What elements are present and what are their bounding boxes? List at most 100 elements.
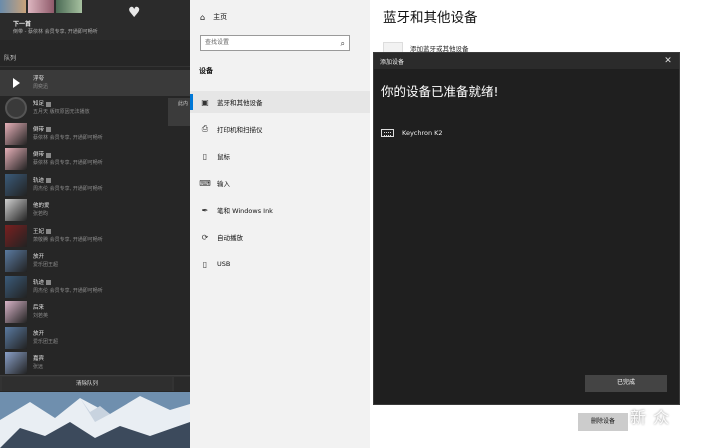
queue-item-text: 后来 刘若英 (33, 304, 48, 320)
related-settings-column (710, 0, 720, 448)
dialog-title: 添加设备 (380, 59, 405, 66)
queue-item-text: 轨迹 周杰伦 会员专享, 开通即可畅听 (33, 279, 103, 295)
queue-item[interactable]: 轨迹 周杰伦 会员专享, 开通即可畅听 (0, 172, 190, 198)
queue-item[interactable]: 知足 五月天 版权原因无法播放 (0, 96, 190, 122)
vip-badge-icon (46, 127, 52, 133)
desktop: 下一首 倒带 - 蔡依林 会员专享, 开通即可畅听 ♥ 此内 队列 浮夸 周奕迅知… (0, 0, 720, 448)
queue-item-title: 轨迹 (33, 279, 45, 286)
vip-badge-icon (46, 280, 52, 286)
heart-icon[interactable]: ♥ (128, 6, 141, 20)
queue-item-subtitle: 周杰伦 会员专享, 开通即可畅听 (33, 185, 103, 192)
album-art (5, 250, 27, 273)
device-name: Keychron K2 (402, 129, 443, 137)
nav-item[interactable]: ✒ 笔和 Windows Ink (190, 199, 370, 221)
queue-item-text: 他的爱 张若昀 (33, 202, 50, 218)
mountain-image (0, 392, 190, 448)
queue-item-title: 轨迹 (33, 177, 45, 184)
nav-item-label: 打印机和扫描仪 (217, 126, 263, 134)
printer-icon: ⎙ (201, 124, 209, 133)
album-art (5, 224, 27, 247)
queue-item[interactable]: 轨迹 周杰伦 会员专享, 开通即可畅听 (0, 274, 190, 300)
queue-item[interactable]: 王妃 萧敬腾 会员专享, 开通即可畅听 (0, 223, 190, 249)
queue-item-title: 放开 (33, 330, 45, 337)
queue-list: 浮夸 周奕迅 知足 五月天 版权原因无法播放 倒带 蔡依林 会员专享, 开通即可畅听 倒带蔡… (0, 70, 190, 376)
queue-item-title: 他的爱 (33, 203, 50, 210)
nav-item[interactable]: ⎙ 打印机和扫描仪 (190, 118, 370, 140)
mouse-icon: ▯ (202, 151, 208, 161)
next-track-label: 下一首 (13, 21, 32, 28)
clear-queue-button[interactable]: 清除队列 (2, 377, 172, 391)
dialog-titlebar: 添加设备 ✕ (374, 53, 679, 69)
nav-item[interactable]: ▣ 蓝牙和其他设备 (190, 91, 370, 113)
close-icon[interactable]: ✕ (662, 55, 674, 67)
nav-item-label: 笔和 Windows Ink (217, 207, 273, 215)
queue-item-title: 知足 (33, 101, 45, 108)
next-track-block: 下一首 倒带 - 蔡依林 会员专享, 开通即可畅听 ♥ (0, 0, 190, 40)
home-label: 主页 (213, 13, 228, 21)
home-link[interactable]: ⌂ 主页 (200, 10, 227, 24)
keyboard-icon: ⌨ (199, 178, 211, 188)
keyboard-icon (381, 129, 394, 137)
album-art (0, 0, 26, 13)
home-icon: ⌂ (200, 12, 206, 22)
queue-item-subtitle: 周杰伦 会员专享, 开通即可畅听 (33, 287, 103, 294)
queue-footer-extra (174, 377, 190, 391)
vip-badge-icon (46, 152, 52, 158)
queue-item-text: 放开 爱乐团王超 (33, 253, 58, 269)
done-button[interactable]: 已完成 (585, 375, 667, 392)
pen-icon: ✒ (201, 205, 209, 215)
album-art (5, 352, 27, 375)
queue-item[interactable]: 浮夸 周奕迅 (0, 70, 190, 96)
queue-item-subtitle: 刘若英 (33, 313, 49, 320)
queue-item[interactable]: 嘉宾 张远 (0, 351, 190, 377)
nav-item[interactable]: ▯ USB (190, 253, 370, 275)
nav-item[interactable]: ⟳ 自动播放 (190, 226, 370, 248)
nav-item-label: 自动播放 (217, 234, 243, 242)
search-input[interactable]: 查找设置 ⌕ (200, 35, 350, 51)
vip-badge-icon (46, 101, 52, 107)
queue-item-title: 王妃 (33, 228, 45, 235)
album-art (56, 0, 82, 13)
search-placeholder: 查找设置 (205, 39, 230, 46)
queue-item-title: 浮夸 (33, 75, 45, 82)
nav-item[interactable]: ⌨ 输入 (190, 172, 370, 194)
search-icon[interactable]: ⌕ (341, 37, 345, 51)
music-player-panel: 下一首 倒带 - 蔡依林 会员专享, 开通即可畅听 ♥ 此内 队列 浮夸 周奕迅知… (0, 0, 190, 448)
nav-item-label: 鼠标 (217, 153, 230, 161)
queue-item-text: 嘉宾 张远 (33, 355, 44, 371)
queue-item-text: 放开 爱乐团王超 (33, 330, 58, 346)
queue-item-subtitle: 周奕迅 (33, 83, 49, 90)
settings-nav: ⌂ 主页 查找设置 ⌕ 设备 ▣ 蓝牙和其他设备 ⎙ 打印机和扫描仪 ▯ 鼠标 ⌨ 输入 ✒ 笔和… (190, 0, 370, 448)
queue-item-title: 放开 (33, 254, 45, 261)
remove-device-button[interactable]: 删除设备 (578, 413, 628, 431)
queue-item[interactable]: 倒带 蔡依林 会员专享, 开通即可畅听 (0, 121, 190, 147)
queue-item[interactable]: 他的爱 张若昀 (0, 198, 190, 224)
queue-item-subtitle: 萧敬腾 会员专享, 开通即可畅听 (33, 236, 103, 243)
desktop-wallpaper (0, 392, 190, 448)
queue-item[interactable]: 后来 刘若英 (0, 300, 190, 326)
queue-item-title: 后来 (33, 305, 45, 312)
vip-badge-icon (46, 178, 52, 184)
queue-item-text: 王妃 萧敬腾 会员专享, 开通即可畅听 (33, 228, 103, 244)
queue-item-subtitle: 张若昀 (33, 211, 49, 218)
queue-footer: 清除队列 (0, 375, 190, 391)
nav-item-label: 输入 (217, 180, 230, 188)
nav-group-title: 设备 (199, 67, 213, 75)
album-art (5, 122, 27, 145)
album-art (5, 199, 27, 222)
queue-item[interactable]: 倒带 蔡依林 会员专享, 开通即可畅听 (0, 147, 190, 173)
play-icon (5, 72, 27, 94)
queue-item[interactable]: 放开 爱乐团王超 (0, 325, 190, 351)
album-art (5, 173, 27, 196)
dialog-heading: 你的设备已准备就绪! (381, 84, 499, 99)
play-triangle (13, 77, 20, 88)
album-art (5, 326, 27, 349)
album-art (5, 148, 27, 171)
nav-item[interactable]: ▯ 鼠标 (190, 145, 370, 167)
queue-item[interactable]: 放开 爱乐团王超 (0, 249, 190, 275)
queue-item-subtitle: 蔡依林 会员专享, 开通即可畅听 (33, 134, 103, 141)
nav-item-label: USB (217, 260, 231, 268)
queue-item-title: 嘉宾 (33, 356, 45, 363)
bluetooth-icon: ▣ (201, 97, 209, 107)
queue-item-text: 轨迹 周杰伦 会员专享, 开通即可畅听 (33, 177, 103, 193)
